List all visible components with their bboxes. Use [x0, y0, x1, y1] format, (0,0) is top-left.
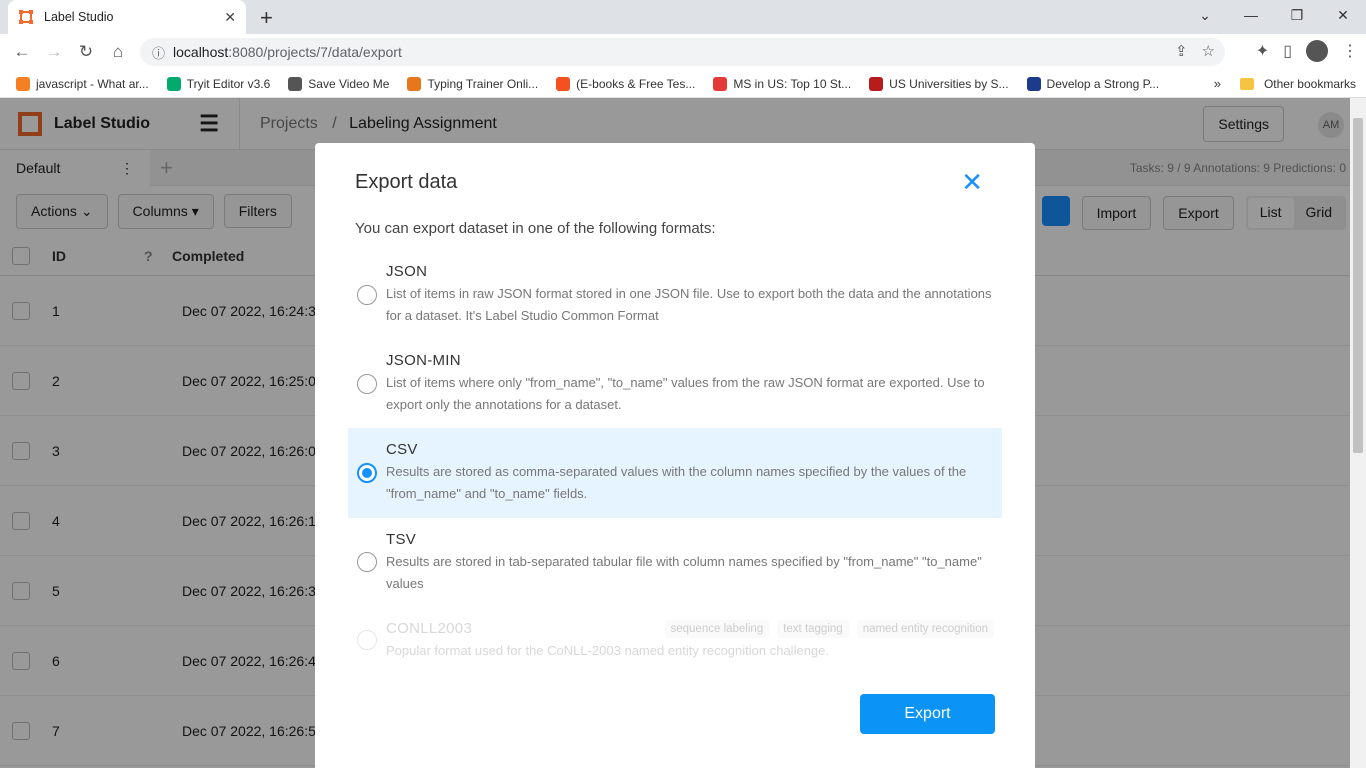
browser-toolbar: ← → ↻ ⌂ ⓘ localhost:8080/projects/7/data…: [0, 34, 1366, 70]
bookmarks-bar: javascript - What ar... Tryit Editor v3.6…: [0, 70, 1366, 98]
bookmark-label: Develop a Strong P...: [1046, 76, 1160, 91]
dialog-title: Export data: [355, 171, 458, 193]
new-tab-icon[interactable]: +: [260, 5, 273, 31]
bookmark-label: US Universities by S...: [889, 76, 1009, 91]
other-bookmarks-label: Other bookmarks: [1263, 76, 1356, 91]
bookmark-favicon-icon: [1026, 76, 1041, 91]
bookmark-item[interactable]: javascript - What ar...: [16, 76, 149, 91]
radio-csv-selected[interactable]: [357, 463, 377, 483]
site-info-icon[interactable]: ⓘ: [152, 43, 165, 62]
bookmark-item[interactable]: Save Video Me: [288, 76, 390, 91]
window-controls: ⌄ — ❐ ✕: [1182, 0, 1366, 30]
side-panel-icon[interactable]: ▯: [1283, 41, 1292, 61]
bookmark-item[interactable]: Develop a Strong P...: [1026, 76, 1160, 91]
window-close-icon[interactable]: ✕: [1320, 0, 1366, 30]
export-dialog: Export data ✕ You can export dataset in …: [315, 143, 1035, 768]
format-description: Popular format used for the CoNLL-2003 n…: [386, 643, 829, 658]
format-name: JSON: [386, 263, 428, 280]
bookmark-label: Tryit Editor v3.6: [186, 76, 271, 91]
bookmark-label: MS in US: Top 10 St...: [733, 76, 852, 91]
back-icon[interactable]: ←: [6, 42, 38, 62]
close-icon[interactable]: ✕: [961, 167, 983, 198]
format-option-json[interactable]: JSON List of items in raw JSON format st…: [348, 263, 1002, 333]
bookmark-favicon-icon: [288, 76, 303, 91]
label-studio-favicon-icon: [19, 10, 33, 24]
radio-conll2003-disabled: [357, 630, 377, 650]
bookmark-item[interactable]: US Universities by S...: [869, 76, 1009, 91]
minimize-icon[interactable]: —: [1228, 0, 1274, 30]
folder-icon: [1239, 77, 1254, 90]
dialog-description: You can export dataset in one of the fol…: [355, 220, 716, 237]
browser-tab-title: Label Studio: [44, 10, 114, 24]
browser-tabstrip: Label Studio ✕ + ⌄ — ❐ ✕: [0, 0, 1366, 34]
format-option-conll2003: CONLL2003 Popular format used for the Co…: [348, 620, 1002, 670]
scrollbar-thumb[interactable]: [1353, 118, 1363, 453]
bookmark-label: Typing Trainer Onli...: [427, 76, 539, 91]
close-tab-icon[interactable]: ✕: [224, 9, 236, 26]
bookmark-item[interactable]: Tryit Editor v3.6: [166, 76, 271, 91]
format-option-json-min[interactable]: JSON-MIN List of items where only "from_…: [348, 352, 1002, 422]
bookmark-item[interactable]: Typing Trainer Onli...: [407, 76, 539, 91]
restore-icon[interactable]: ❐: [1274, 0, 1320, 30]
radio-json[interactable]: [357, 285, 377, 305]
share-icon[interactable]: ⇪: [1175, 38, 1188, 66]
bookmark-label: javascript - What ar...: [36, 76, 149, 91]
tag: sequence labeling: [664, 620, 770, 638]
format-tags: sequence labeling text tagging named ent…: [664, 620, 994, 638]
format-name: JSON-MIN: [386, 352, 461, 369]
bookmark-favicon-icon: [16, 76, 30, 91]
bookmark-favicon-icon: [166, 76, 181, 91]
bookmark-favicon-icon: [556, 76, 571, 91]
bookmark-favicon-icon: [407, 76, 422, 91]
browser-tab[interactable]: Label Studio ✕: [8, 0, 246, 34]
tag: text tagging: [777, 620, 849, 638]
home-icon[interactable]: ⌂: [102, 42, 134, 62]
format-description: Results are stored as comma-separated va…: [386, 464, 967, 501]
bookmark-star-icon[interactable]: ☆: [1202, 38, 1215, 66]
bookmarks-more-icon[interactable]: »: [1214, 76, 1221, 91]
bookmark-label: Save Video Me: [308, 76, 390, 91]
tab-search-icon[interactable]: ⌄: [1182, 0, 1228, 30]
other-bookmarks-folder[interactable]: Other bookmarks: [1239, 76, 1356, 91]
bookmark-item[interactable]: MS in US: Top 10 St...: [713, 76, 852, 91]
extensions-icon[interactable]: ✦: [1256, 41, 1269, 61]
extension-area: ✦ ▯ ⋮: [1256, 40, 1358, 62]
format-name: CSV: [386, 441, 418, 458]
bookmark-favicon-icon: [869, 76, 884, 91]
format-name: TSV: [386, 531, 417, 548]
format-description: List of items in raw JSON format stored …: [386, 286, 992, 323]
bookmark-label: (E-books & Free Tes...: [576, 76, 696, 91]
format-option-csv[interactable]: CSV Results are stored as comma-separate…: [348, 428, 1002, 518]
tag: named entity recognition: [856, 620, 994, 638]
reload-icon[interactable]: ↻: [70, 42, 102, 62]
radio-tsv[interactable]: [357, 552, 377, 572]
address-bar[interactable]: ⓘ localhost:8080/projects/7/data/export …: [140, 38, 1225, 66]
forward-icon[interactable]: →: [38, 42, 70, 62]
profile-avatar[interactable]: [1306, 40, 1328, 62]
page-scrollbar[interactable]: [1350, 98, 1366, 768]
format-option-tsv[interactable]: TSV Results are stored in tab-separated …: [348, 531, 1002, 601]
browser-menu-icon[interactable]: ⋮: [1342, 41, 1358, 61]
url-path: :8080/projects/7/data/export: [228, 44, 402, 60]
format-description: List of items where only "from_name", "t…: [386, 375, 985, 412]
format-description: Results are stored in tab-separated tabu…: [386, 554, 982, 591]
export-button[interactable]: Export: [860, 694, 995, 734]
bookmark-favicon-icon: [713, 76, 728, 91]
url-host: localhost: [173, 44, 229, 60]
radio-json-min[interactable]: [357, 374, 377, 394]
bookmark-item[interactable]: (E-books & Free Tes...: [556, 76, 696, 91]
